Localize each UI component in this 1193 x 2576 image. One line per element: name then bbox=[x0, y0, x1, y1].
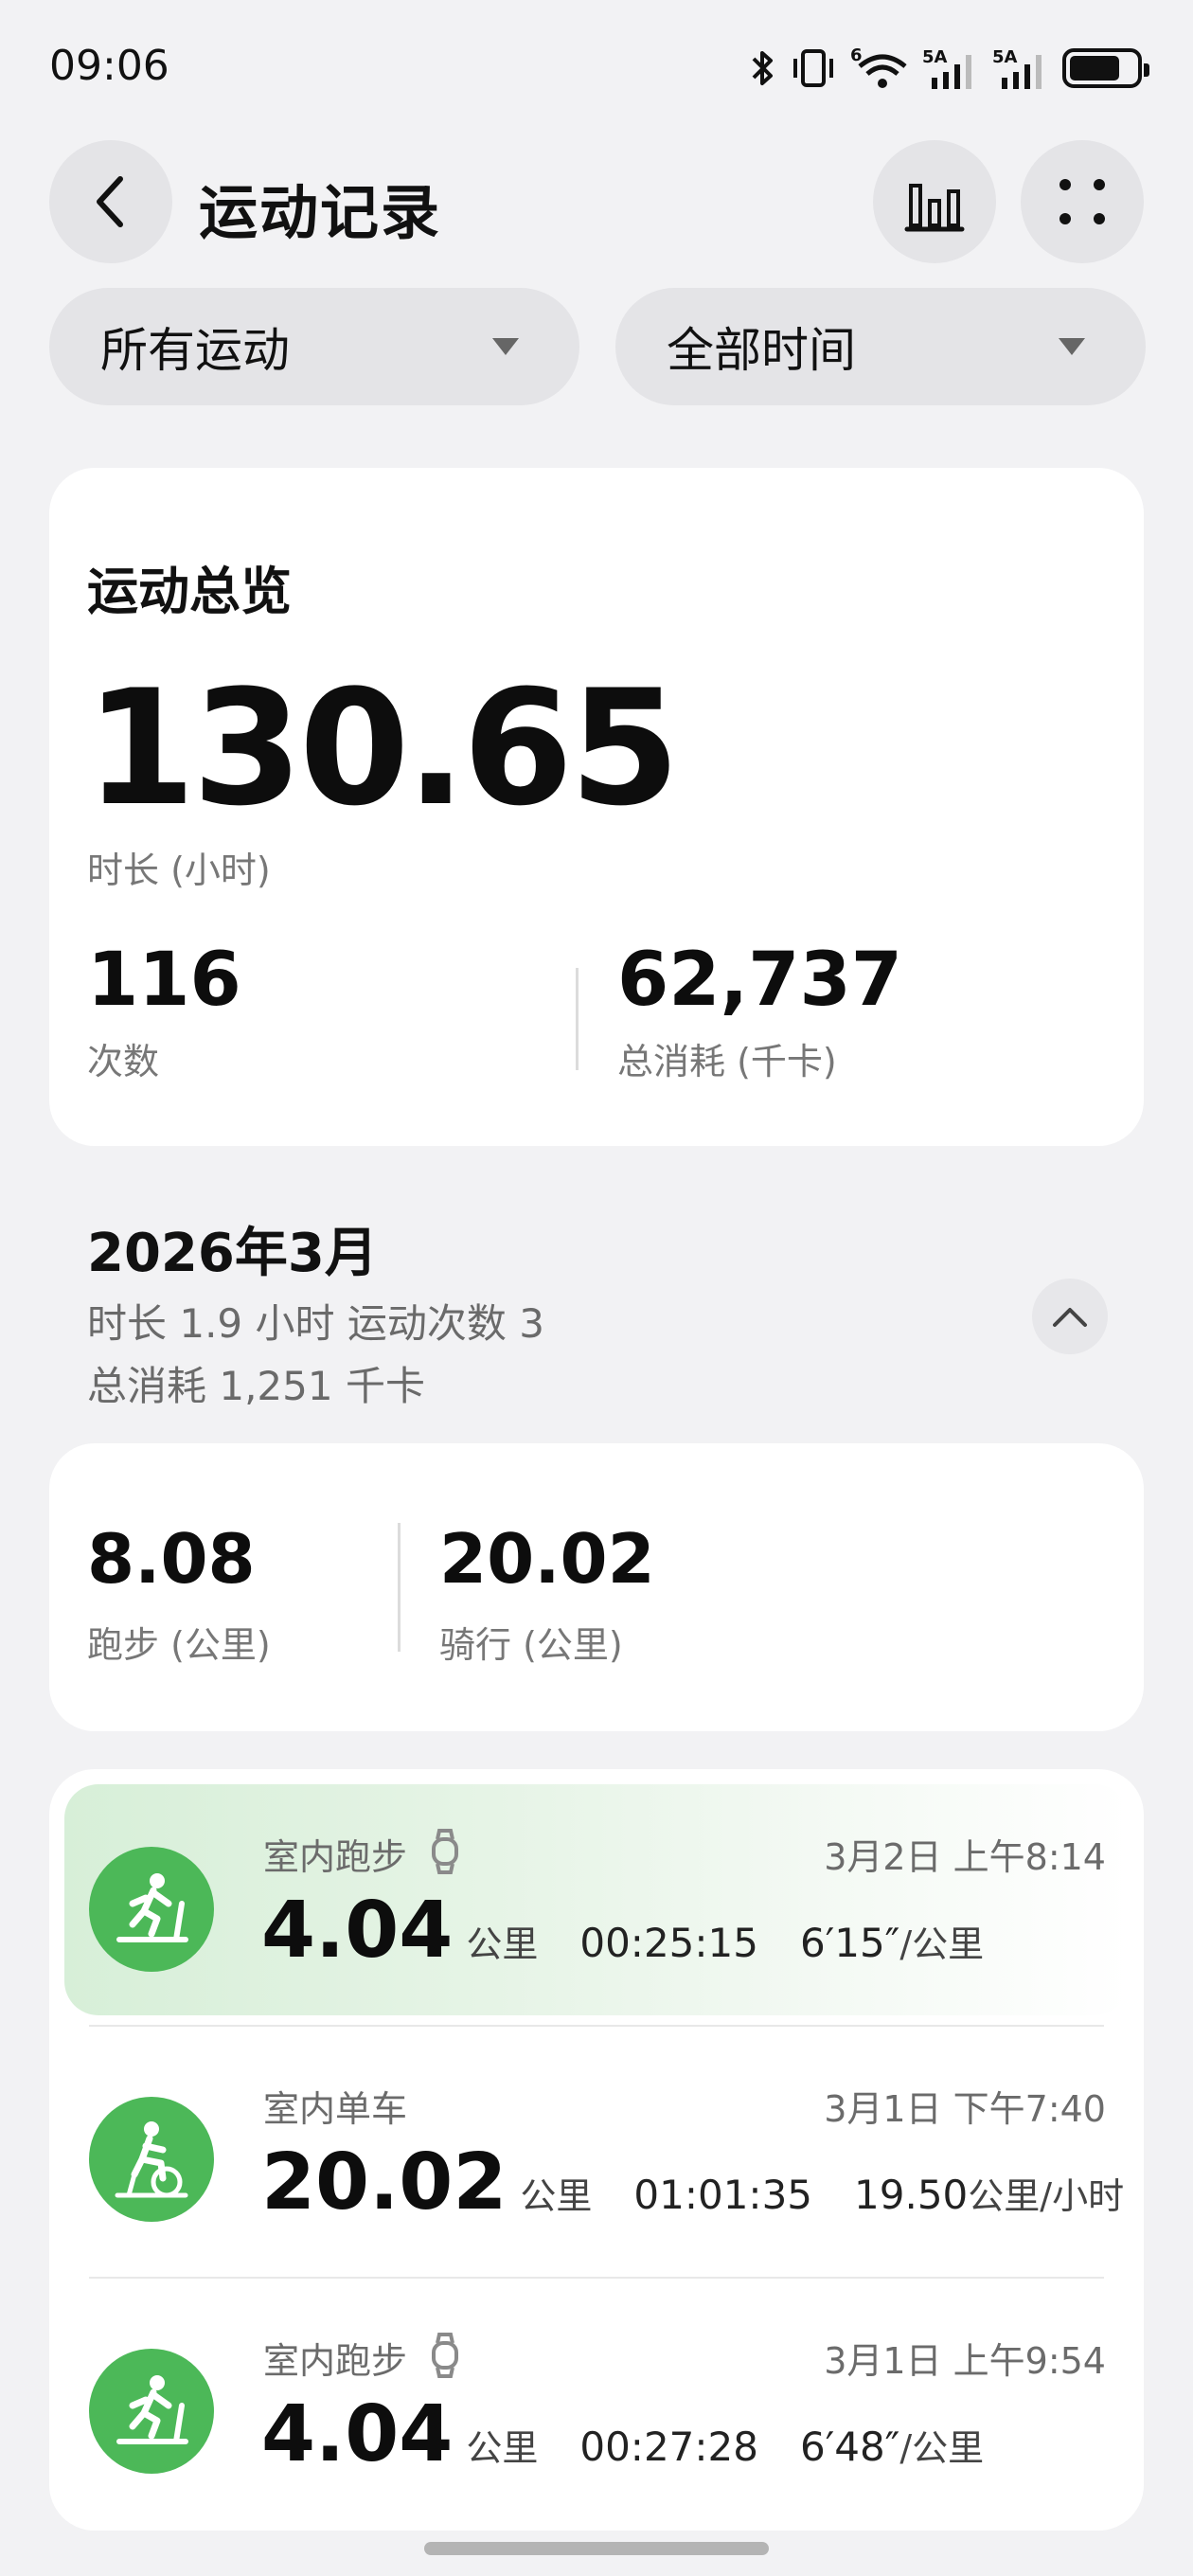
record-pace-unit: /公里 bbox=[899, 1923, 985, 1965]
workout-count-value: 116 bbox=[87, 938, 241, 1023]
stat-divider bbox=[576, 968, 579, 1070]
record-type: 室内跑步 bbox=[263, 1836, 408, 1878]
cellular-signal-icon-2: 5A bbox=[992, 47, 1042, 89]
cellular-signal-icon: 5A bbox=[922, 47, 971, 89]
watch-icon bbox=[432, 2333, 458, 2378]
network-type-2: 5A bbox=[992, 47, 1018, 67]
running-distance-label: 跑步 (公里) bbox=[87, 1624, 271, 1666]
wifi-icon: 6 bbox=[850, 45, 907, 88]
record-speed: 19.50 bbox=[854, 2172, 969, 2218]
treadmill-icon bbox=[89, 2349, 214, 2474]
record-type: 室内跑步 bbox=[263, 2340, 408, 2382]
indoor-bike-icon bbox=[89, 2097, 214, 2222]
network-type-1: 5A bbox=[922, 47, 948, 67]
total-calories-label: 总消耗 (千卡) bbox=[617, 1041, 837, 1082]
month-title: 2026年3月 bbox=[87, 1223, 378, 1284]
vibrate-icon bbox=[793, 49, 833, 87]
chevron-up-icon bbox=[1053, 1308, 1087, 1327]
record-pace-unit: /公里 bbox=[899, 2427, 985, 2469]
record-distance: 4.04 bbox=[261, 2389, 454, 2479]
total-duration-label: 时长 (小时) bbox=[87, 850, 271, 891]
back-button[interactable] bbox=[49, 140, 172, 263]
workout-count-label: 次数 bbox=[87, 1041, 160, 1082]
record-distance: 20.02 bbox=[261, 2138, 507, 2227]
record-distance-unit: 公里 bbox=[520, 2175, 593, 2217]
dropdown-arrow-icon bbox=[492, 338, 519, 355]
time-filter-dropdown[interactable]: 全部时间 bbox=[615, 288, 1146, 405]
record-date: 3月1日 下午7:40 bbox=[824, 2088, 1106, 2130]
record-duration: 00:25:15 bbox=[579, 1920, 758, 1966]
total-duration-value: 130.65 bbox=[85, 655, 680, 841]
total-calories-value: 62,737 bbox=[617, 938, 902, 1023]
record-metrics: 4.04 公里 00:25:15 6′15″/公里 bbox=[261, 1892, 984, 1970]
record-distance-unit: 公里 bbox=[466, 2427, 539, 2469]
chevron-left-icon bbox=[97, 176, 123, 227]
battery-icon bbox=[1062, 48, 1149, 88]
record-type: 室内单车 bbox=[263, 2088, 408, 2130]
distance-divider bbox=[398, 1523, 401, 1652]
record-date: 3月1日 上午9:54 bbox=[824, 2340, 1106, 2382]
month-summary-line1: 时长 1.9 小时 运动次数 3 bbox=[87, 1300, 544, 1347]
page-title: 运动记录 bbox=[199, 178, 442, 247]
wifi-badge: 6 bbox=[850, 45, 863, 65]
dropdown-arrow-icon bbox=[1059, 338, 1085, 355]
more-button[interactable] bbox=[1021, 140, 1144, 263]
statistics-button[interactable] bbox=[873, 140, 996, 263]
record-duration: 00:27:28 bbox=[579, 2424, 758, 2470]
bar-chart-icon bbox=[904, 184, 965, 232]
cycling-distance-label: 骑行 (公里) bbox=[439, 1624, 623, 1666]
overview-title: 运动总览 bbox=[87, 562, 292, 621]
home-indicator[interactable] bbox=[424, 2542, 769, 2555]
sport-filter-dropdown[interactable]: 所有运动 bbox=[49, 288, 579, 405]
bluetooth-icon bbox=[752, 51, 773, 85]
record-distance: 4.04 bbox=[261, 1886, 454, 1976]
more-dots-icon bbox=[1059, 179, 1105, 224]
record-pace: 6′15″ bbox=[799, 1920, 900, 1966]
record-pace: 6′48″ bbox=[799, 2424, 900, 2470]
running-distance-value: 8.08 bbox=[87, 1519, 256, 1599]
treadmill-icon bbox=[89, 1847, 214, 1972]
record-metrics: 4.04 公里 00:27:28 6′48″/公里 bbox=[261, 2396, 984, 2474]
record-speed-unit: 公里/小时 bbox=[968, 2175, 1125, 2217]
month-summary-line2: 总消耗 1,251 千卡 bbox=[87, 1363, 425, 1409]
collapse-month-button[interactable] bbox=[1032, 1279, 1108, 1354]
status-icons: 6 5A 5A bbox=[750, 45, 1149, 91]
status-time: 09:06 bbox=[49, 42, 169, 90]
cycling-distance-value: 20.02 bbox=[439, 1519, 655, 1599]
watch-icon bbox=[432, 1829, 458, 1874]
sport-filter-label: 所有运动 bbox=[100, 323, 290, 378]
record-duration: 01:01:35 bbox=[633, 2172, 813, 2218]
record-distance-unit: 公里 bbox=[466, 1923, 539, 1965]
record-date: 3月2日 上午8:14 bbox=[824, 1836, 1106, 1878]
time-filter-label: 全部时间 bbox=[667, 323, 856, 378]
record-metrics: 20.02 公里 01:01:35 19.50 公里/小时 bbox=[261, 2144, 1124, 2222]
